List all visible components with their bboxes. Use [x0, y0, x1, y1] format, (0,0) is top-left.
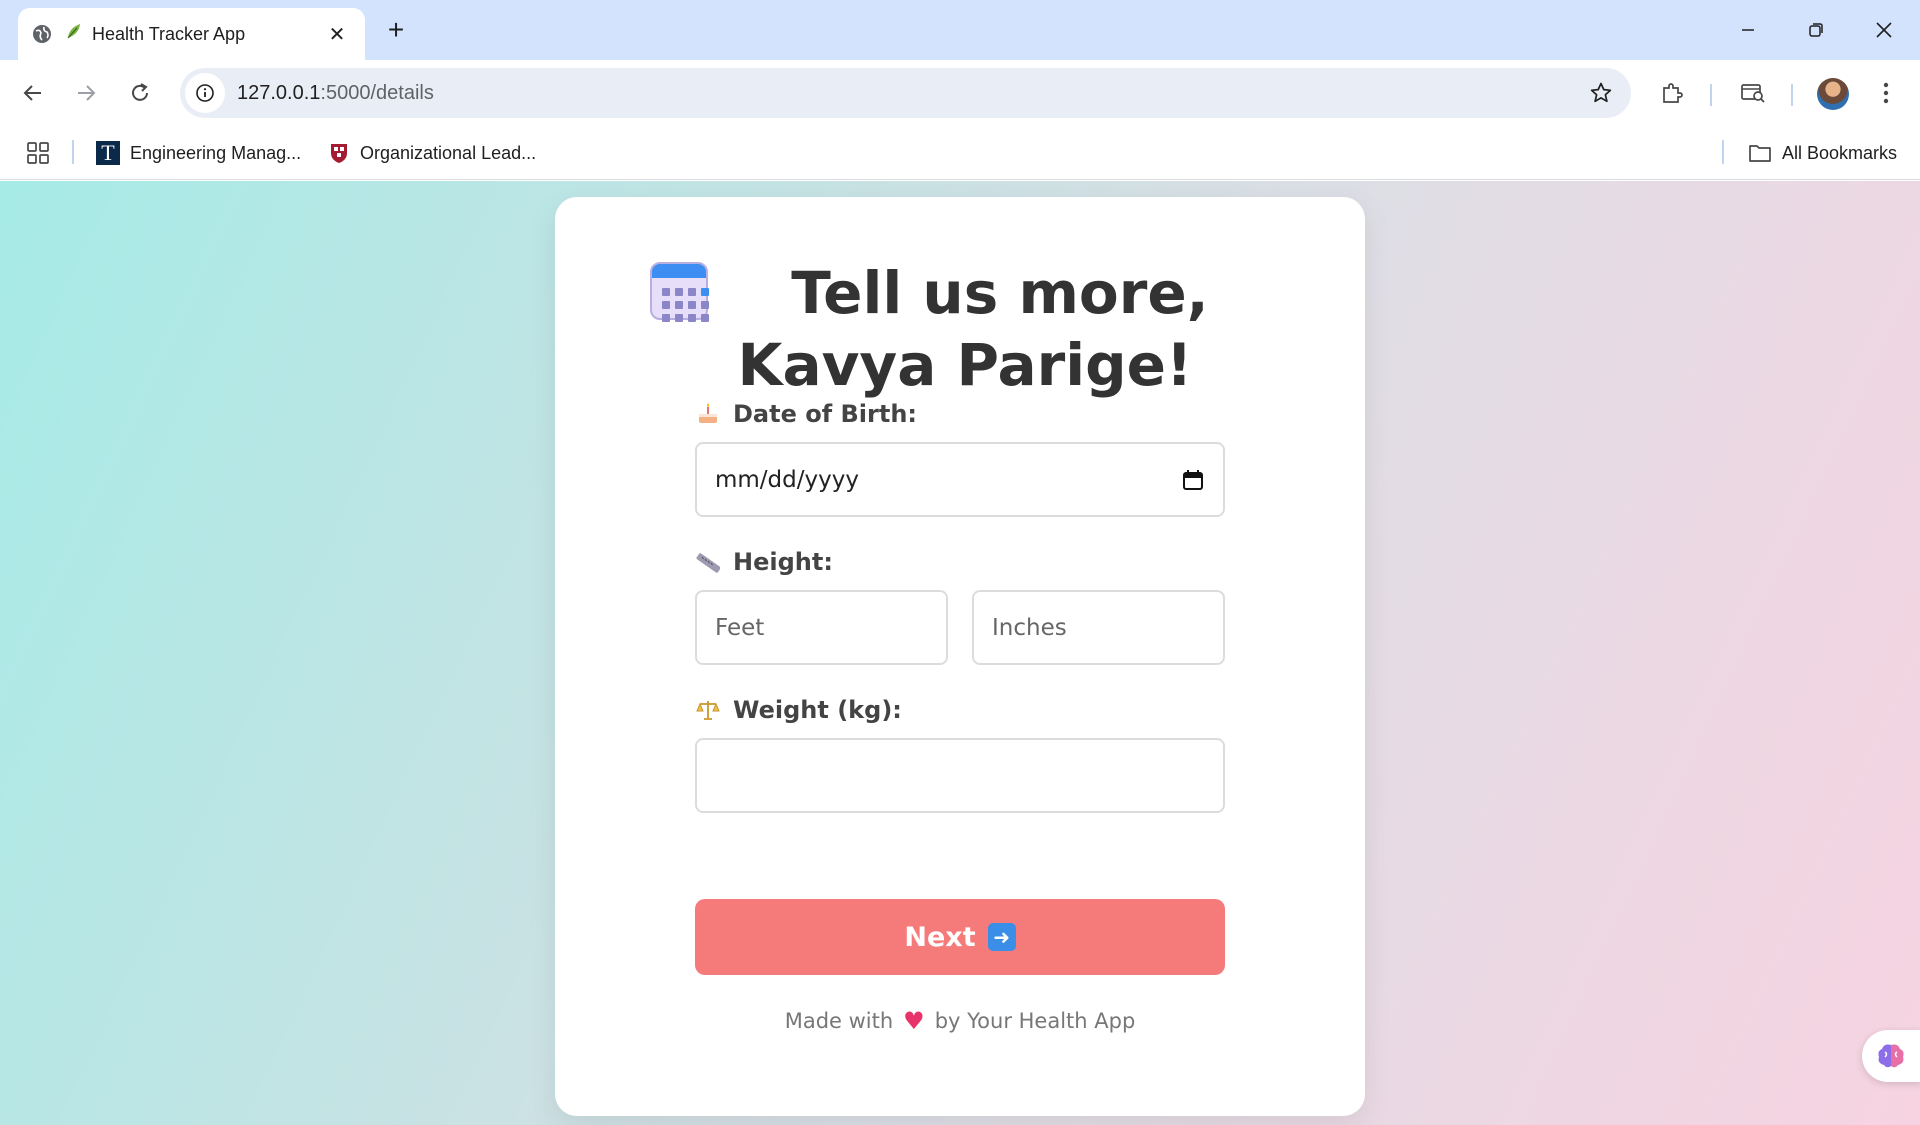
- dob-label-text: Date of Birth:: [733, 400, 918, 428]
- ai-assistant-brain-icon[interactable]: [1862, 1030, 1920, 1082]
- balance-scale-icon: [695, 697, 721, 723]
- tab-strip: Health Tracker App ✕ +: [0, 0, 1920, 60]
- page-title: Tell us more, Kavya Parige!: [645, 257, 1285, 401]
- ruler-icon: [695, 549, 721, 575]
- forward-button[interactable]: [66, 73, 106, 113]
- url-text[interactable]: 127.0.0.1:5000/details: [237, 82, 1581, 105]
- back-button[interactable]: [13, 73, 53, 113]
- bookmark-engineering[interactable]: T Engineering Manag...: [96, 138, 301, 168]
- page-background: Tell us more, Kavya Parige! Date of Birt…: [0, 181, 1920, 1125]
- weight-input[interactable]: [695, 738, 1225, 813]
- site-info-icon[interactable]: [185, 73, 225, 113]
- bookmark-star-icon[interactable]: [1581, 73, 1621, 113]
- reload-button[interactable]: [120, 73, 160, 113]
- dob-label: Date of Birth:: [695, 399, 917, 429]
- inches-placeholder: Inches: [992, 614, 1067, 641]
- next-button-label: Next: [904, 921, 976, 953]
- weight-label: Weight (kg):: [695, 695, 902, 725]
- right-arrow-icon: ➜: [987, 923, 1016, 951]
- weight-label-text: Weight (kg):: [733, 696, 902, 724]
- close-tab-icon[interactable]: ✕: [323, 20, 351, 48]
- bookmark-label: Organizational Lead...: [360, 142, 537, 163]
- toolbar-divider: [1791, 84, 1793, 106]
- t-logo-icon: T: [96, 140, 120, 165]
- dob-input[interactable]: mm/dd/yyyy: [695, 442, 1225, 517]
- profile-avatar[interactable]: [1817, 78, 1849, 110]
- heart-icon: ♥: [903, 1007, 925, 1035]
- height-feet-input[interactable]: Feet: [695, 590, 948, 665]
- all-bookmarks-button[interactable]: All Bookmarks: [1748, 138, 1897, 168]
- close-window-button[interactable]: [1860, 10, 1908, 50]
- next-button[interactable]: Next ➜: [695, 899, 1225, 975]
- folder-icon: [1748, 143, 1772, 163]
- minimize-button[interactable]: [1724, 10, 1772, 50]
- extensions-icon[interactable]: [1652, 73, 1692, 113]
- browser-toolbar: 127.0.0.1:5000/details: [0, 60, 1920, 126]
- bookmarks-bar: T Engineering Manag... Organizational Le…: [0, 126, 1920, 180]
- bookmarks-divider: [72, 140, 74, 164]
- feet-placeholder: Feet: [715, 614, 765, 641]
- restore-button[interactable]: [1792, 10, 1840, 50]
- tab-title: Health Tracker App: [92, 23, 246, 44]
- more-menu-icon[interactable]: [1866, 73, 1906, 113]
- footer: Made with ♥ by Your Health App: [555, 1007, 1365, 1035]
- globe-icon: [32, 24, 52, 44]
- height-label-text: Height:: [733, 548, 833, 576]
- date-picker-icon[interactable]: [1181, 468, 1205, 492]
- apps-grid-icon[interactable]: [24, 139, 52, 167]
- tab-search-icon[interactable]: [1733, 73, 1773, 113]
- url-host: 127.0.0.1: [237, 81, 321, 104]
- footer-suffix: by Your Health App: [934, 1009, 1136, 1033]
- browser-tab[interactable]: Health Tracker App ✕: [18, 8, 365, 60]
- all-bookmarks-label: All Bookmarks: [1782, 142, 1898, 163]
- dob-placeholder: mm/dd/yyyy: [715, 466, 859, 493]
- leaf-icon: [64, 22, 84, 46]
- bookmark-organizational[interactable]: Organizational Lead...: [328, 138, 536, 168]
- height-label: Height:: [695, 547, 833, 577]
- toolbar-divider: [1710, 84, 1712, 106]
- details-card: Tell us more, Kavya Parige! Date of Birt…: [555, 197, 1365, 1116]
- birthday-cake-icon: [695, 401, 721, 427]
- harvard-shield-icon: [328, 141, 350, 165]
- bookmarks-divider: [1722, 140, 1724, 164]
- bookmark-label: Engineering Manag...: [130, 142, 302, 163]
- page-title-text: Tell us more, Kavya Parige!: [737, 259, 1209, 399]
- height-inches-input[interactable]: Inches: [972, 590, 1225, 665]
- url-path: :5000/details: [320, 81, 434, 104]
- footer-prefix: Made with: [784, 1009, 894, 1033]
- new-tab-button[interactable]: +: [380, 14, 412, 46]
- address-bar[interactable]: 127.0.0.1:5000/details: [180, 68, 1631, 118]
